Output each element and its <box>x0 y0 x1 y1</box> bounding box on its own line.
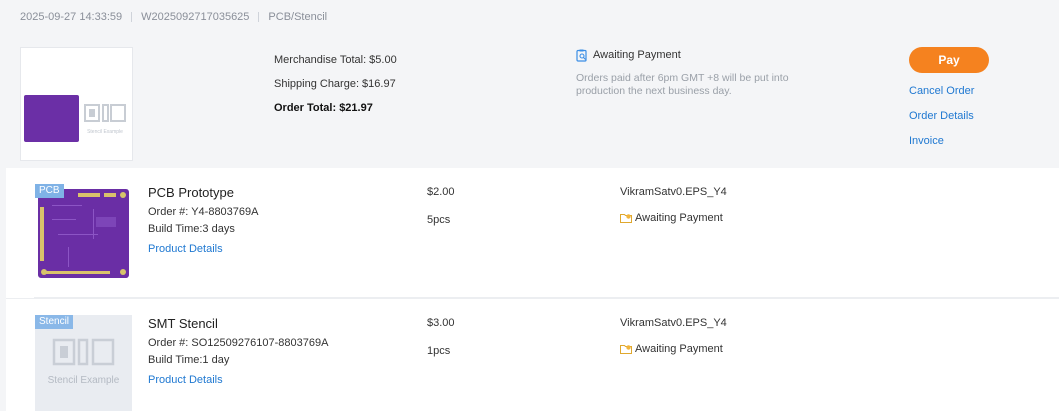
status-text: Awaiting Payment <box>593 49 681 61</box>
item-price: $2.00 <box>427 186 455 198</box>
item-order-number: Order #: Y4-8803769A <box>148 206 259 218</box>
item-quantity: 1pcs <box>427 345 451 357</box>
item-file-name: VikramSatv0.EPS_Y4 <box>620 186 727 198</box>
item-status-text: Awaiting Payment <box>635 343 723 355</box>
pay-button[interactable]: Pay <box>909 47 989 73</box>
item-file-name: VikramSatv0.EPS_Y4 <box>620 317 727 329</box>
pcb-board-image <box>38 189 129 278</box>
item-price: $3.00 <box>427 317 455 329</box>
product-details-link[interactable]: Product Details <box>148 242 258 256</box>
item-name: PCB Prototype <box>148 185 234 200</box>
item-quantity: 5pcs <box>427 214 451 226</box>
item-status-text: Awaiting Payment <box>635 212 723 224</box>
merchandise-total: Merchandise Total: $5.00 <box>274 54 397 66</box>
order-summary: Stencil Example Merchandise Total: $5.00… <box>6 34 1059 168</box>
meta-separator <box>258 12 260 22</box>
clipboard-search-icon <box>576 49 587 62</box>
pcb-thumbnail[interactable]: PCB <box>35 184 132 281</box>
folder-clock-icon <box>620 214 632 223</box>
order-item-stencil: Stencil Example Stencil SMT Stencil Orde… <box>6 298 1059 411</box>
payment-status: Awaiting Payment Orders paid after 6pm G… <box>576 48 806 98</box>
order-item-pcb: PCB PCB Prototype Order #: Y4-8803769A B… <box>6 168 1059 298</box>
order-id: W2025092717035625 <box>141 11 250 23</box>
order-datetime: 2025-09-27 14:33:59 <box>20 11 123 23</box>
invoice-link[interactable]: Invoice <box>909 134 989 148</box>
order-category: PCB/Stencil <box>268 11 328 23</box>
item-order-number: Order #: SO12509276107-8803769A <box>148 337 329 349</box>
item-status: Awaiting Payment <box>620 212 723 224</box>
item-status: Awaiting Payment <box>620 343 723 355</box>
item-info: SMT Stencil Order #: SO12509276107-88037… <box>148 315 328 387</box>
item-tag: PCB <box>35 184 64 198</box>
item-info: PCB Prototype Order #: Y4-8803769A Build… <box>148 184 258 256</box>
cancel-order-link[interactable]: Cancel Order <box>909 84 989 98</box>
stencil-mini-caption: Stencil Example <box>87 129 123 135</box>
stencil-thumbnail[interactable]: Stencil Example Stencil <box>35 315 132 411</box>
item-tag: Stencil <box>35 315 74 329</box>
stencil-mini-image: Stencil Example <box>84 104 126 135</box>
pcb-mini-image <box>24 95 79 142</box>
status-title: Awaiting Payment <box>576 48 806 62</box>
order-totals: Merchandise Total: $5.00 Shipping Charge… <box>274 48 397 120</box>
order-thumbnail[interactable]: Stencil Example <box>20 47 133 161</box>
item-name: SMT Stencil <box>148 316 218 331</box>
meta-separator <box>131 12 133 22</box>
item-build-time: Build Time:1 day <box>148 354 230 366</box>
status-note: Orders paid after 6pm GMT +8 will be put… <box>576 72 789 97</box>
product-details-link[interactable]: Product Details <box>148 373 328 387</box>
folder-clock-icon <box>620 345 632 354</box>
stencil-image <box>52 338 115 366</box>
order-details-link[interactable]: Order Details <box>909 109 989 123</box>
order-actions: Pay Cancel Order Order Details Invoice <box>909 47 989 148</box>
shipping-charge: Shipping Charge: $16.97 <box>274 78 396 90</box>
item-build-time: Build Time:3 days <box>148 223 235 235</box>
stencil-caption: Stencil Example <box>47 375 120 386</box>
order-meta: 2025-09-27 14:33:59 W2025092717035625 PC… <box>20 9 327 25</box>
order-total: Order Total: $21.97 <box>274 102 373 114</box>
